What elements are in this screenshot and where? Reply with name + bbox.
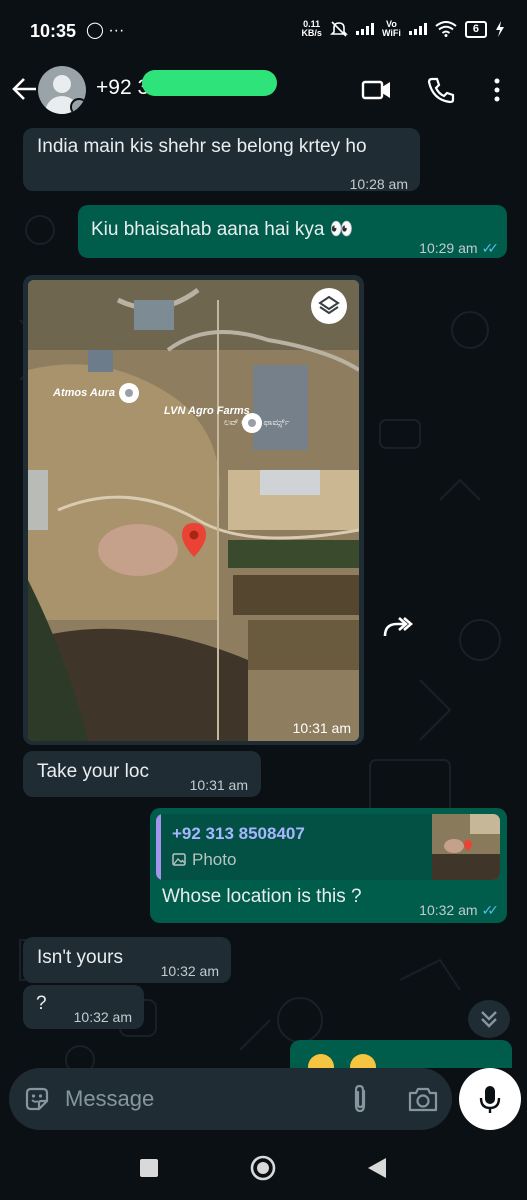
forward-icon[interactable] — [379, 610, 415, 646]
quoted-type: Photo — [172, 848, 236, 872]
nav-square-icon[interactable] — [138, 1157, 160, 1179]
wifi-icon — [435, 21, 457, 37]
satellite-map-image — [28, 280, 359, 741]
system-nav-bar — [0, 1132, 527, 1200]
camera-icon[interactable] — [407, 1084, 439, 1114]
message-input[interactable]: Message — [65, 1086, 154, 1112]
emoji-partial — [350, 1054, 376, 1068]
mic-icon — [479, 1086, 501, 1113]
status-bar: 10:35 ◯ ··· 0.11 KB/s Vo WiFi 6 — [0, 0, 527, 62]
mute-icon — [330, 21, 348, 37]
map-poi-lvn: LVN Agro Farms ಲವ್ ಅಗ್ರೋ ಫಾರ್ಮ್ಸ್ — [164, 405, 290, 427]
phone-icon[interactable] — [425, 76, 457, 104]
avatar[interactable] — [38, 66, 86, 114]
message-incoming[interactable]: India main kis shehr se belong krtey ho … — [23, 128, 420, 192]
chevron-double-down-icon — [481, 1011, 497, 1028]
message-time: 10:32 am — [419, 902, 478, 918]
map-layers-icon — [318, 295, 340, 315]
charging-icon — [496, 21, 504, 37]
message-incoming[interactable]: Take your loc 10:31 am — [23, 751, 261, 797]
message-time: 10:29 am — [419, 240, 478, 256]
poi-marker-icon — [118, 383, 139, 403]
message-incoming[interactable]: ? 10:32 am — [23, 985, 144, 1029]
map-layers-button[interactable] — [311, 288, 347, 324]
redaction-mark — [142, 70, 277, 96]
chat-area[interactable]: India main kis shehr se belong krtey ho … — [0, 120, 527, 1068]
map-poi-atmos: Atmos Aura — [53, 383, 139, 403]
video-call-icon[interactable] — [360, 76, 392, 104]
status-extra-icons: ◯ ··· — [86, 22, 125, 39]
net-speed: 0.11 KB/s — [301, 19, 322, 38]
nav-back-icon[interactable] — [366, 1156, 388, 1180]
message-text: Take your loc — [37, 761, 149, 782]
quoted-message[interactable]: +92 313 8508407 Photo — [156, 814, 500, 880]
message-time: 10:31 am — [292, 720, 351, 736]
scroll-to-bottom-button[interactable] — [468, 1000, 510, 1038]
contact-name[interactable]: +92 3 — [96, 76, 149, 100]
quoted-sender: +92 313 8508407 — [172, 824, 305, 843]
message-text: Whose location is this ? — [162, 886, 362, 907]
message-text: Isn't yours — [37, 947, 123, 968]
message-text: ? — [36, 993, 47, 1014]
signal-icon — [355, 23, 374, 35]
message-input-container[interactable]: Message — [9, 1068, 452, 1130]
message-outgoing-partial[interactable] — [290, 1040, 512, 1068]
message-time: 10:31 am — [189, 777, 248, 793]
photo-icon — [172, 853, 186, 866]
message-incoming[interactable]: Isn't yours 10:32 am — [23, 937, 231, 983]
emoji-partial — [308, 1054, 334, 1068]
voice-record-button[interactable] — [459, 1068, 521, 1130]
signal-icon-2 — [408, 23, 427, 35]
message-outgoing-reply[interactable]: +92 313 8508407 Photo Whose location is … — [150, 808, 507, 923]
read-ticks-icon: ✓✓ — [481, 902, 500, 918]
message-text: India main kis shehr se belong krtey ho — [37, 136, 367, 157]
vowifi-label: Vo WiFi — [381, 19, 401, 38]
nav-circle-icon[interactable] — [249, 1154, 277, 1182]
message-composer: Message — [0, 1068, 527, 1132]
read-ticks-icon: ✓✓ — [481, 240, 500, 256]
status-time: 10:35 — [30, 21, 77, 41]
message-time: 10:28 am — [349, 176, 408, 192]
quoted-thumbnail — [432, 814, 500, 880]
location-map[interactable]: Atmos Aura LVN Agro Farms ಲವ್ ಅಗ್ರೋ ಫಾರ್… — [28, 280, 359, 741]
sticker-icon[interactable] — [23, 1085, 51, 1113]
message-time: 10:32 am — [73, 1009, 132, 1025]
disappearing-clock-icon — [70, 98, 86, 114]
back-arrow-icon[interactable] — [10, 72, 40, 106]
chat-header: +92 3 — [0, 62, 527, 120]
message-time: 10:32 am — [160, 963, 219, 979]
battery-indicator: 6 — [464, 20, 487, 38]
poi-marker-icon — [242, 413, 262, 433]
more-icon[interactable] — [482, 76, 514, 104]
attach-icon[interactable] — [349, 1083, 371, 1115]
location-pin-icon — [182, 523, 206, 557]
status-right: 0.11 KB/s Vo WiFi 6 — [301, 20, 505, 38]
message-text: Kiu bhaisahab aana hai kya 👀 — [91, 219, 354, 240]
message-outgoing[interactable]: Kiu bhaisahab aana hai kya 👀 10:29 am ✓✓ — [78, 205, 507, 258]
